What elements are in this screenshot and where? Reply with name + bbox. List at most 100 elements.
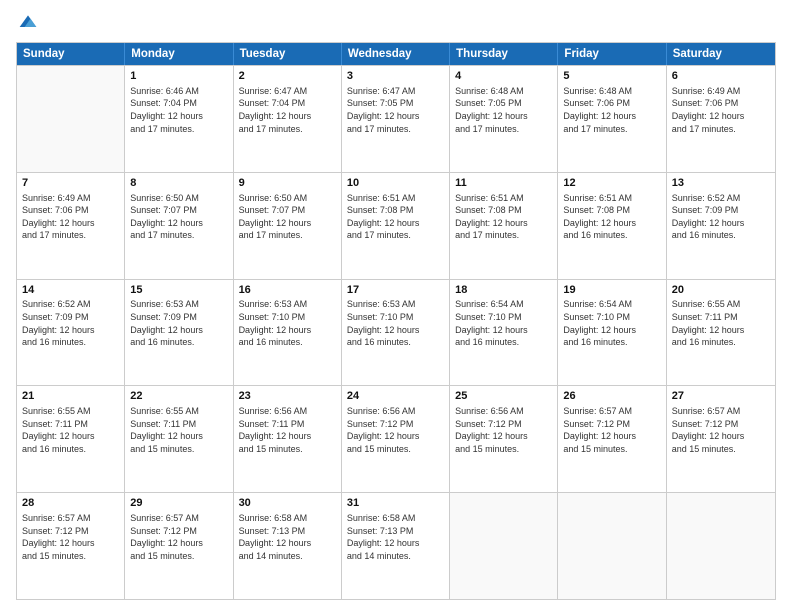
day-number: 29 xyxy=(130,496,227,511)
cell-info: Sunrise: 6:51 AM Sunset: 7:08 PM Dayligh… xyxy=(563,192,660,242)
calendar-cell: 22Sunrise: 6:55 AM Sunset: 7:11 PM Dayli… xyxy=(125,386,233,492)
day-number: 9 xyxy=(239,176,336,191)
day-number: 15 xyxy=(130,283,227,298)
calendar-cell: 13Sunrise: 6:52 AM Sunset: 7:09 PM Dayli… xyxy=(667,173,775,279)
day-number: 26 xyxy=(563,389,660,404)
weekday-header-sunday: Sunday xyxy=(17,43,125,65)
calendar-cell: 28Sunrise: 6:57 AM Sunset: 7:12 PM Dayli… xyxy=(17,493,125,599)
calendar-cell xyxy=(667,493,775,599)
logo xyxy=(16,12,38,32)
cell-info: Sunrise: 6:54 AM Sunset: 7:10 PM Dayligh… xyxy=(455,298,552,348)
day-number: 17 xyxy=(347,283,444,298)
day-number: 27 xyxy=(672,389,770,404)
cell-info: Sunrise: 6:50 AM Sunset: 7:07 PM Dayligh… xyxy=(130,192,227,242)
cell-info: Sunrise: 6:56 AM Sunset: 7:11 PM Dayligh… xyxy=(239,405,336,455)
calendar: SundayMondayTuesdayWednesdayThursdayFrid… xyxy=(16,42,776,600)
cell-info: Sunrise: 6:56 AM Sunset: 7:12 PM Dayligh… xyxy=(347,405,444,455)
calendar-row-3: 21Sunrise: 6:55 AM Sunset: 7:11 PM Dayli… xyxy=(17,385,775,492)
calendar-cell: 31Sunrise: 6:58 AM Sunset: 7:13 PM Dayli… xyxy=(342,493,450,599)
cell-info: Sunrise: 6:51 AM Sunset: 7:08 PM Dayligh… xyxy=(455,192,552,242)
calendar-cell: 27Sunrise: 6:57 AM Sunset: 7:12 PM Dayli… xyxy=(667,386,775,492)
day-number: 5 xyxy=(563,69,660,84)
calendar-cell: 15Sunrise: 6:53 AM Sunset: 7:09 PM Dayli… xyxy=(125,280,233,386)
cell-info: Sunrise: 6:55 AM Sunset: 7:11 PM Dayligh… xyxy=(130,405,227,455)
day-number: 20 xyxy=(672,283,770,298)
calendar-cell: 1Sunrise: 6:46 AM Sunset: 7:04 PM Daylig… xyxy=(125,66,233,172)
calendar-cell xyxy=(558,493,666,599)
cell-info: Sunrise: 6:47 AM Sunset: 7:04 PM Dayligh… xyxy=(239,85,336,135)
calendar-cell: 30Sunrise: 6:58 AM Sunset: 7:13 PM Dayli… xyxy=(234,493,342,599)
cell-info: Sunrise: 6:53 AM Sunset: 7:10 PM Dayligh… xyxy=(239,298,336,348)
calendar-row-4: 28 Sunrise: 6:57 AM Sunset: 7:12 PM Dayli… xyxy=(17,492,775,599)
calendar-cell: 12Sunrise: 6:51 AM Sunset: 7:08 PM Dayli… xyxy=(558,173,666,279)
calendar-cell: 20Sunrise: 6:55 AM Sunset: 7:11 PM Dayli… xyxy=(667,280,775,386)
calendar-cell xyxy=(17,66,125,172)
calendar-cell: 2Sunrise: 6:47 AM Sunset: 7:04 PM Daylig… xyxy=(234,66,342,172)
calendar-cell: 4Sunrise: 6:48 AM Sunset: 7:05 PM Daylig… xyxy=(450,66,558,172)
calendar-cell: 8Sunrise: 6:50 AM Sunset: 7:07 PM Daylig… xyxy=(125,173,233,279)
day-number: 11 xyxy=(455,176,552,191)
day-number: 28 xyxy=(22,496,119,511)
day-number: 2 xyxy=(239,69,336,84)
calendar-cell: 10Sunrise: 6:51 AM Sunset: 7:08 PM Dayli… xyxy=(342,173,450,279)
calendar-cell: 14Sunrise: 6:52 AM Sunset: 7:09 PM Dayli… xyxy=(17,280,125,386)
weekday-header-tuesday: Tuesday xyxy=(234,43,342,65)
day-number: 6 xyxy=(672,69,770,84)
day-number: 13 xyxy=(672,176,770,191)
calendar-row-1: 7Sunrise: 6:49 AM Sunset: 7:06 PM Daylig… xyxy=(17,172,775,279)
calendar-row-0: 1Sunrise: 6:46 AM Sunset: 7:04 PM Daylig… xyxy=(17,65,775,172)
weekday-header-thursday: Thursday xyxy=(450,43,558,65)
day-number: 23 xyxy=(239,389,336,404)
cell-info: Sunrise: 6:50 AM Sunset: 7:07 PM Dayligh… xyxy=(239,192,336,242)
cell-info: Sunrise: 6:58 AM Sunset: 7:13 PM Dayligh… xyxy=(347,512,444,562)
calendar-cell: 29Sunrise: 6:57 AM Sunset: 7:12 PM Dayli… xyxy=(125,493,233,599)
cell-info: Sunrise: 6:53 AM Sunset: 7:09 PM Dayligh… xyxy=(130,298,227,348)
logo-icon xyxy=(18,12,38,32)
cell-info: Sunrise: 6:52 AM Sunset: 7:09 PM Dayligh… xyxy=(672,192,770,242)
day-number: 1 xyxy=(130,69,227,84)
calendar-row-2: 14Sunrise: 6:52 AM Sunset: 7:09 PM Dayli… xyxy=(17,279,775,386)
cell-info: Sunrise: 6:54 AM Sunset: 7:10 PM Dayligh… xyxy=(563,298,660,348)
day-number: 19 xyxy=(563,283,660,298)
calendar-cell: 6Sunrise: 6:49 AM Sunset: 7:06 PM Daylig… xyxy=(667,66,775,172)
day-number: 3 xyxy=(347,69,444,84)
day-number: 12 xyxy=(563,176,660,191)
day-number: 22 xyxy=(130,389,227,404)
calendar-cell: 11Sunrise: 6:51 AM Sunset: 7:08 PM Dayli… xyxy=(450,173,558,279)
day-number: 7 xyxy=(22,176,119,191)
weekday-header-wednesday: Wednesday xyxy=(342,43,450,65)
calendar-cell: 26Sunrise: 6:57 AM Sunset: 7:12 PM Dayli… xyxy=(558,386,666,492)
cell-info: Sunrise: 6:47 AM Sunset: 7:05 PM Dayligh… xyxy=(347,85,444,135)
calendar-cell: 19Sunrise: 6:54 AM Sunset: 7:10 PM Dayli… xyxy=(558,280,666,386)
calendar-header: SundayMondayTuesdayWednesdayThursdayFrid… xyxy=(17,43,775,65)
calendar-body: 1Sunrise: 6:46 AM Sunset: 7:04 PM Daylig… xyxy=(17,65,775,599)
page-header xyxy=(16,12,776,32)
cell-info: Sunrise: 6:56 AM Sunset: 7:12 PM Dayligh… xyxy=(455,405,552,455)
cell-info: Sunrise: 6:58 AM Sunset: 7:13 PM Dayligh… xyxy=(239,512,336,562)
calendar-cell: 25Sunrise: 6:56 AM Sunset: 7:12 PM Dayli… xyxy=(450,386,558,492)
cell-info: Sunrise: 6:49 AM Sunset: 7:06 PM Dayligh… xyxy=(672,85,770,135)
day-number: 4 xyxy=(455,69,552,84)
cell-info: Sunrise: 6:52 AM Sunset: 7:09 PM Dayligh… xyxy=(22,298,119,348)
calendar-cell: 24Sunrise: 6:56 AM Sunset: 7:12 PM Dayli… xyxy=(342,386,450,492)
cell-info: Sunrise: 6:55 AM Sunset: 7:11 PM Dayligh… xyxy=(672,298,770,348)
day-number: 16 xyxy=(239,283,336,298)
cell-info: Sunrise: 6:51 AM Sunset: 7:08 PM Dayligh… xyxy=(347,192,444,242)
cell-info: Sunrise: 6:57 AM Sunset: 7:12 PM Dayligh… xyxy=(130,512,227,562)
calendar-cell: 17Sunrise: 6:53 AM Sunset: 7:10 PM Dayli… xyxy=(342,280,450,386)
calendar-cell: 21Sunrise: 6:55 AM Sunset: 7:11 PM Dayli… xyxy=(17,386,125,492)
weekday-header-friday: Friday xyxy=(558,43,666,65)
day-number: 30 xyxy=(239,496,336,511)
cell-info: Sunrise: 6:48 AM Sunset: 7:05 PM Dayligh… xyxy=(455,85,552,135)
cell-info: Sunrise: 6:55 AM Sunset: 7:11 PM Dayligh… xyxy=(22,405,119,455)
calendar-cell: 23Sunrise: 6:56 AM Sunset: 7:11 PM Dayli… xyxy=(234,386,342,492)
weekday-header-saturday: Saturday xyxy=(667,43,775,65)
calendar-cell: 18Sunrise: 6:54 AM Sunset: 7:10 PM Dayli… xyxy=(450,280,558,386)
cell-info: Sunrise: 6:49 AM Sunset: 7:06 PM Dayligh… xyxy=(22,192,119,242)
day-number: 14 xyxy=(22,283,119,298)
day-number: 25 xyxy=(455,389,552,404)
weekday-header-monday: Monday xyxy=(125,43,233,65)
cell-info: Sunrise: 6:53 AM Sunset: 7:10 PM Dayligh… xyxy=(347,298,444,348)
day-number: 31 xyxy=(347,496,444,511)
cell-info: Sunrise: 6:46 AM Sunset: 7:04 PM Dayligh… xyxy=(130,85,227,135)
